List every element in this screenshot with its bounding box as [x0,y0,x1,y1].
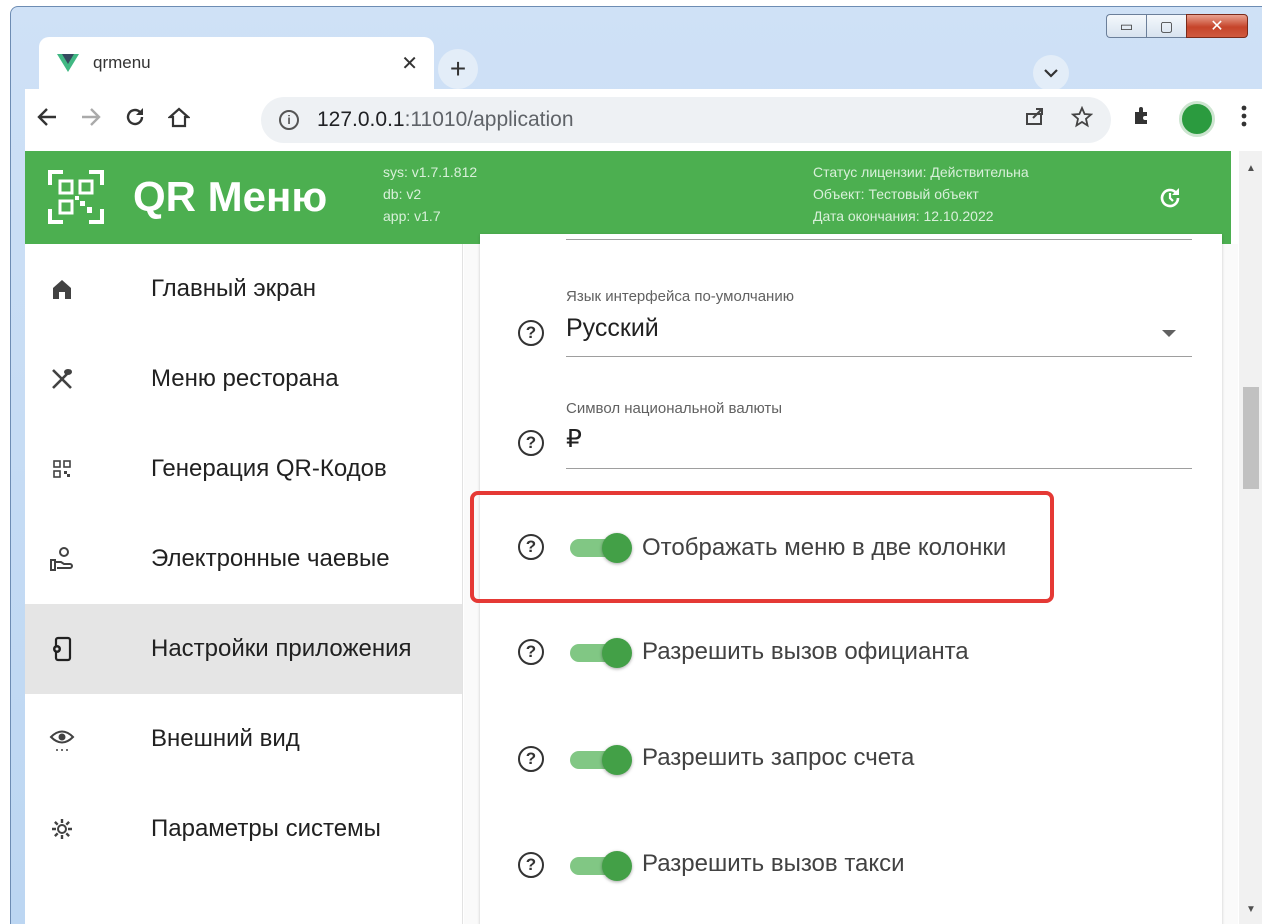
home-browser-icon[interactable] [157,106,201,135]
help-icon[interactable]: ? [518,430,544,456]
call-taxi-label: Разрешить вызов такси [642,850,905,877]
sidebar: Главный экран Меню ресторана Генерация Q… [25,244,463,924]
gear-icon [49,816,75,842]
dropdown-caret-icon[interactable] [1162,330,1176,337]
call-waiter-toggle[interactable] [570,637,632,668]
language-underline [566,356,1192,357]
desktop: ▭ ▢ ✕ qrmenu ✕ + i 127.0.0.1:11010/appli… [0,0,1262,924]
sidebar-item-tips[interactable]: Электронные чаевые [25,514,462,604]
reload-icon[interactable] [113,106,157,135]
language-label: Язык интерфейса по-умолчанию [566,288,794,305]
help-icon[interactable]: ? [518,534,544,560]
window-controls: ▭ ▢ ✕ [1106,14,1248,38]
sidebar-item-system[interactable]: Параметры системы [25,784,462,874]
language-select-value[interactable]: Русский [566,314,659,343]
eye-icon [49,726,75,752]
bookmark-star-icon[interactable] [1070,105,1094,134]
phone-settings-icon [49,636,75,662]
settings-content: ? Язык интерфейса по-умолчанию Русский ?… [464,234,1238,924]
help-icon[interactable]: ? [518,746,544,772]
help-icon[interactable]: ? [518,639,544,665]
request-bill-label: Разрешить запрос счета [642,744,915,771]
request-bill-toggle[interactable] [570,744,632,775]
scroll-up-arrow-icon[interactable]: ▲ [1246,163,1256,174]
home-icon [49,276,75,302]
sidebar-item-app-settings[interactable]: Настройки приложения [25,604,462,694]
more-menu-icon[interactable] [1241,105,1247,133]
help-icon[interactable]: ? [518,852,544,878]
qr-logo-icon [48,170,104,224]
browser-window: ▭ ▢ ✕ qrmenu ✕ + i 127.0.0.1:11010/appli… [10,6,1262,924]
scrollbar-thumb[interactable] [1243,387,1259,489]
utensils-icon [49,366,75,392]
vue-logo-icon [57,54,79,72]
minimize-button[interactable]: ▭ [1106,14,1146,38]
tab-title: qrmenu [93,53,151,72]
extensions-puzzle-icon[interactable] [1131,105,1153,133]
sidebar-item-menu[interactable]: Меню ресторана [25,334,462,424]
sidebar-item-home[interactable]: Главный экран [25,244,462,334]
call-taxi-toggle[interactable] [570,850,632,881]
sidebar-item-qr[interactable]: Генерация QR-Кодов [25,424,462,514]
call-waiter-label: Разрешить вызов официанта [642,638,969,665]
license-info: Статус лицензии: Действительна Объект: Т… [813,164,1029,224]
currency-label: Символ национальной валюты [566,400,783,417]
back-arrow-icon[interactable] [25,106,69,134]
previous-field-underline [566,239,1192,240]
app-title: QR Меню [133,173,328,220]
share-icon[interactable] [1025,106,1045,134]
address-bar[interactable]: i 127.0.0.1:11010/application [261,97,1111,143]
tips-hand-icon [49,546,75,572]
refresh-icon[interactable] [1157,185,1183,211]
browser-toolbar: i 127.0.0.1:11010/application [25,89,1262,151]
maximize-button[interactable]: ▢ [1146,14,1186,38]
settings-card: ? Язык интерфейса по-умолчанию Русский ?… [480,234,1222,924]
app-header: QR Меню sys: v1.7.1.812 db: v2 app: v1.7… [25,151,1231,244]
forward-arrow-icon[interactable] [69,106,113,134]
tab-search-chevron-icon[interactable] [1033,55,1069,91]
currency-underline [566,468,1192,469]
site-info-icon[interactable]: i [279,110,299,130]
url-text: 127.0.0.1:11010/application [317,108,574,131]
version-info: sys: v1.7.1.812 db: v2 app: v1.7 [383,164,478,224]
profile-avatar[interactable] [1179,101,1215,137]
help-icon[interactable]: ? [518,320,544,346]
qr-code-icon [49,456,75,482]
two-columns-label: Отображать меню в две колонки [642,534,1007,561]
two-columns-toggle[interactable] [570,532,632,563]
sidebar-item-appearance[interactable]: Внешний вид [25,694,462,784]
app-root: QR Меню sys: v1.7.1.812 db: v2 app: v1.7… [25,151,1262,924]
scroll-down-arrow-icon[interactable]: ▼ [1246,904,1256,915]
new-tab-button[interactable]: + [438,49,478,89]
close-window-button[interactable]: ✕ [1186,14,1248,38]
tab-close-icon[interactable]: ✕ [401,51,418,76]
browser-tab[interactable]: qrmenu ✕ [39,37,434,89]
vertical-scrollbar[interactable]: ▲ ▼ [1239,151,1262,924]
currency-input[interactable]: ₽ [566,424,582,454]
